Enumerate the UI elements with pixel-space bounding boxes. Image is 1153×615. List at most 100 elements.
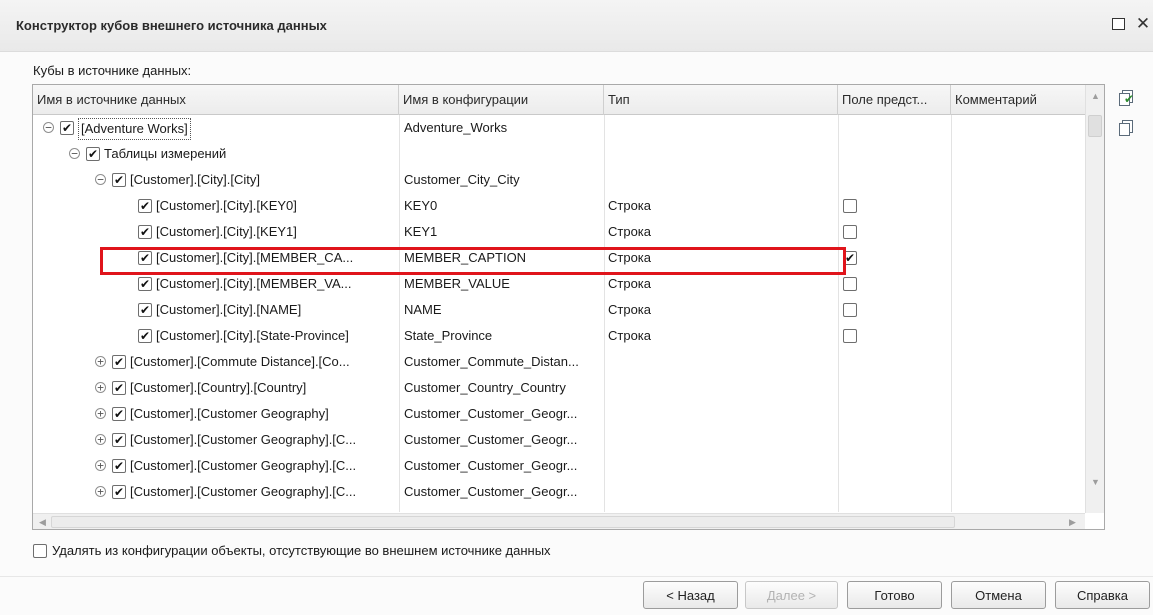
type-cell[interactable]: Строка (608, 271, 838, 297)
done-button[interactable]: Готово (847, 581, 942, 609)
type-cell[interactable]: Строка (608, 193, 838, 219)
config-name-cell[interactable]: MEMBER_VALUE (404, 271, 603, 297)
horizontal-scrollbar[interactable]: ◀ ▶ (33, 513, 1085, 529)
vertical-scroll-thumb[interactable] (1088, 115, 1102, 137)
help-button[interactable]: Справка (1055, 581, 1150, 609)
maximize-button[interactable] (1109, 14, 1129, 34)
table-row[interactable]: ✔ [Customer].[City].[State-Province] State… (33, 323, 1085, 349)
type-cell[interactable] (608, 115, 838, 141)
expand-icon[interactable]: + (95, 356, 106, 367)
expand-icon[interactable]: + (95, 382, 106, 393)
type-cell[interactable] (608, 349, 838, 375)
back-button[interactable]: < Назад (643, 581, 738, 609)
config-name-cell[interactable]: Customer_Customer_Geogr... (404, 427, 603, 453)
type-cell[interactable] (608, 375, 838, 401)
config-name-cell[interactable]: NAME (404, 297, 603, 323)
type-cell[interactable]: Строка (608, 245, 838, 271)
config-name-cell[interactable]: Adventure_Works (404, 115, 603, 141)
type-cell[interactable] (608, 401, 838, 427)
table-row[interactable]: ✔ [Customer].[City].[KEY0] KEY0 Строка (33, 193, 1085, 219)
config-name-cell[interactable]: MEMBER_CAPTION (404, 245, 603, 271)
type-cell[interactable]: Строка (608, 297, 838, 323)
column-header-comment[interactable]: Комментарий (951, 85, 1085, 115)
table-row[interactable]: + ✔ [Customer].[Country].[Country] Customer… (33, 375, 1085, 401)
column-header-representation-field[interactable]: Поле предст... (838, 85, 951, 115)
type-cell[interactable]: Строка (608, 323, 838, 349)
representation-field-checkbox[interactable] (843, 277, 857, 291)
type-cell[interactable] (608, 453, 838, 479)
row-checkbox[interactable]: ✔ (112, 433, 126, 447)
table-row[interactable]: ✔ [Customer].[City].[MEMBER_CA... MEMBER_C… (33, 245, 1085, 271)
uncheck-all-button[interactable] (1116, 118, 1138, 140)
table-row[interactable]: + ✔ [Customer].[Customer Geography].[C... C… (33, 453, 1085, 479)
table-row[interactable]: ✔ [Customer].[City].[KEY1] KEY1 Строка (33, 219, 1085, 245)
row-checkbox[interactable]: ✔ (112, 381, 126, 395)
table-row[interactable]: ✔ [Customer].[City].[NAME] NAME Строка (33, 297, 1085, 323)
type-cell[interactable]: Строка (608, 219, 838, 245)
table-row[interactable]: + ✔ [Customer].[Customer Geography] Custome… (33, 401, 1085, 427)
row-checkbox[interactable]: ✔ (112, 355, 126, 369)
check-all-button[interactable]: ✔ (1116, 88, 1138, 110)
vertical-scrollbar[interactable]: ▲ ▼ (1085, 85, 1104, 513)
config-name-cell[interactable]: KEY1 (404, 219, 603, 245)
table-row[interactable]: + ✔ [Customer].[Customer Geography].[C... C… (33, 427, 1085, 453)
row-checkbox[interactable]: ✔ (112, 459, 126, 473)
horizontal-scroll-thumb[interactable] (51, 516, 955, 528)
table-row[interactable]: − ✔ Таблицы измерений (33, 141, 1085, 167)
scroll-right-icon[interactable]: ▶ (1067, 517, 1078, 528)
table-row[interactable]: + ✔ [Customer].[Customer Geography].[C... C… (33, 479, 1085, 505)
config-name-cell[interactable]: Customer_Customer_Geogr... (404, 479, 603, 505)
representation-field-checkbox[interactable] (843, 225, 857, 239)
collapse-icon[interactable]: − (43, 122, 54, 133)
collapse-icon[interactable]: − (69, 148, 80, 159)
row-checkbox[interactable]: ✔ (60, 121, 74, 135)
row-checkbox[interactable]: ✔ (112, 485, 126, 499)
config-name-cell[interactable]: Customer_Commute_Distan... (404, 349, 603, 375)
scroll-left-icon[interactable]: ◀ (37, 517, 48, 528)
table-row[interactable]: − ✔ [Adventure Works] Adventure_Works (33, 115, 1085, 141)
type-cell[interactable] (608, 167, 838, 193)
cubes-tree-table[interactable]: Имя в источнике данных Имя в конфигураци… (32, 84, 1105, 530)
row-checkbox[interactable]: ✔ (112, 173, 126, 187)
expand-icon[interactable]: + (95, 486, 106, 497)
row-checkbox[interactable]: ✔ (138, 225, 152, 239)
table-row[interactable]: + ✔ [Customer].[Commute Distance].[Co... Cu… (33, 349, 1085, 375)
representation-field-checkbox[interactable] (843, 303, 857, 317)
close-button[interactable]: ✕ (1133, 14, 1153, 34)
config-name-cell[interactable]: KEY0 (404, 193, 603, 219)
representation-field-checkbox[interactable]: ✔ (843, 251, 857, 265)
config-name-cell[interactable]: Customer_Customer_Geogr... (404, 401, 603, 427)
config-name-cell[interactable]: Customer_City_City (404, 167, 603, 193)
config-name-cell[interactable]: Customer_Country_Country (404, 375, 603, 401)
row-checkbox[interactable]: ✔ (138, 251, 152, 265)
row-checkbox[interactable]: ✔ (138, 199, 152, 213)
remove-missing-checkbox[interactable] (33, 544, 47, 558)
column-header-config-name[interactable]: Имя в конфигурации (399, 85, 604, 115)
row-checkbox[interactable]: ✔ (138, 277, 152, 291)
expand-icon[interactable]: + (95, 434, 106, 445)
row-checkbox[interactable]: ✔ (138, 329, 152, 343)
row-checkbox[interactable]: ✔ (86, 147, 100, 161)
config-name-cell[interactable]: Customer_Customer_Geogr... (404, 453, 603, 479)
representation-field-checkbox[interactable] (843, 329, 857, 343)
config-name-cell[interactable]: State_Province (404, 323, 603, 349)
type-cell[interactable] (608, 479, 838, 505)
column-header-source-name[interactable]: Имя в источнике данных (33, 85, 399, 115)
scroll-up-icon[interactable]: ▲ (1090, 91, 1101, 102)
scroll-down-icon[interactable]: ▼ (1090, 477, 1101, 488)
row-checkbox[interactable]: ✔ (112, 407, 126, 421)
column-header-type[interactable]: Тип (604, 85, 838, 115)
table-row[interactable]: − ✔ [Customer].[City].[City] Customer_City_… (33, 167, 1085, 193)
config-name-cell[interactable] (404, 141, 603, 167)
type-cell[interactable] (608, 141, 838, 167)
expand-icon[interactable]: + (95, 460, 106, 471)
representation-field-checkbox[interactable] (843, 199, 857, 213)
type-cell[interactable] (608, 427, 838, 453)
next-button[interactable]: Далее > (745, 581, 838, 609)
row-checkbox[interactable]: ✔ (138, 303, 152, 317)
table-row[interactable]: ✔ [Customer].[City].[MEMBER_VA... MEMBER_V… (33, 271, 1085, 297)
source-name-text: Таблицы измерений (104, 146, 227, 161)
expand-icon[interactable]: + (95, 408, 106, 419)
collapse-icon[interactable]: − (95, 174, 106, 185)
cancel-button[interactable]: Отмена (951, 581, 1046, 609)
